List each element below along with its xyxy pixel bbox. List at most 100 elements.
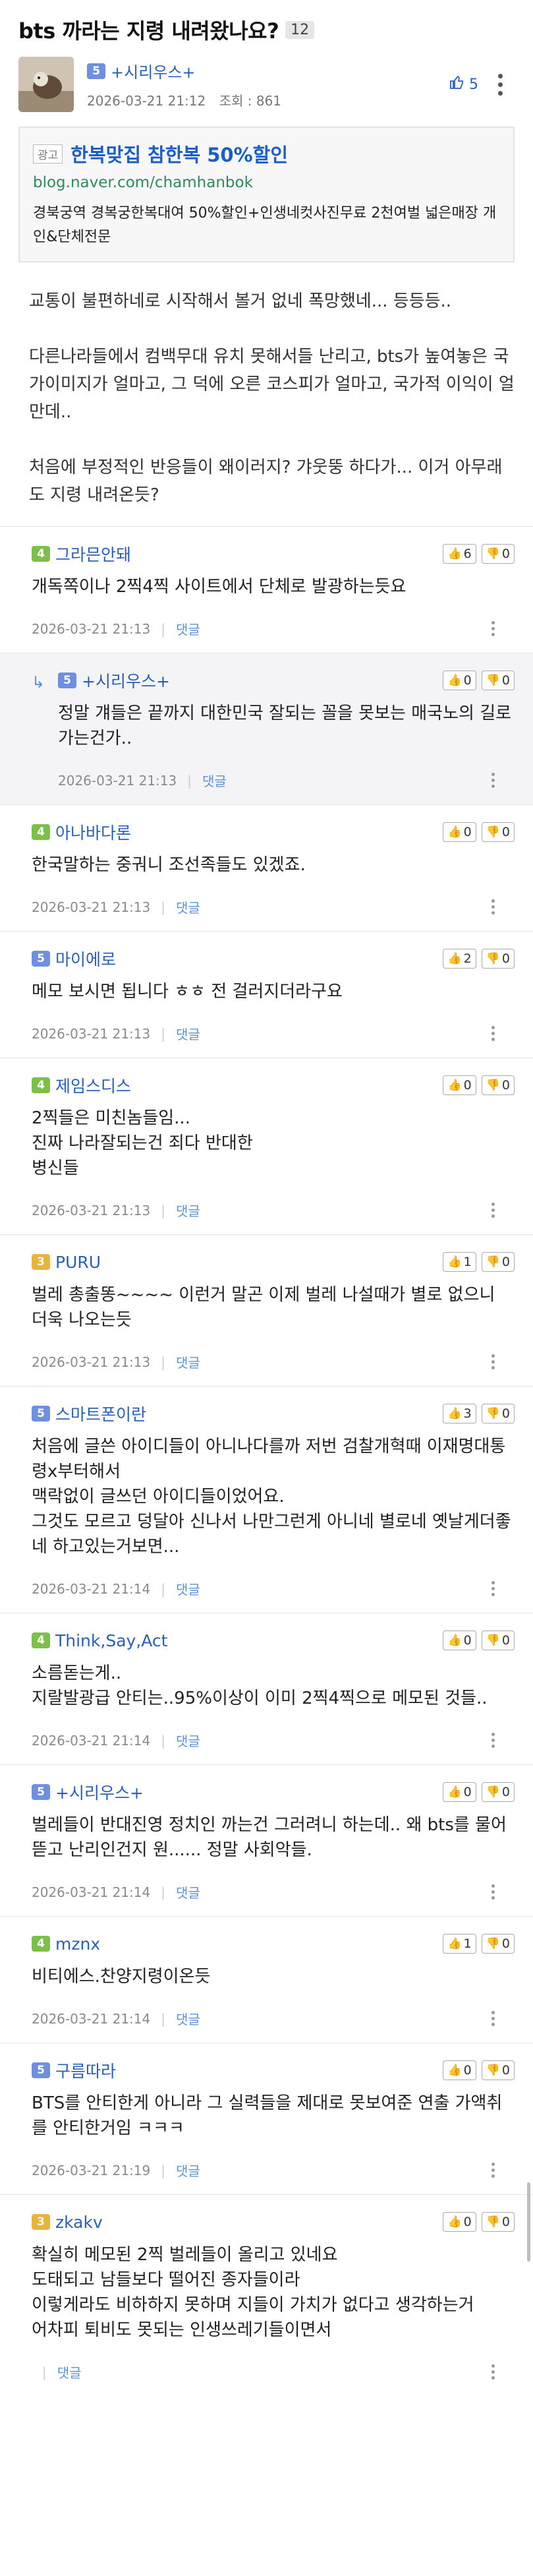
comment-level-badge: 5 [32,951,50,967]
author-avatar[interactable] [18,57,74,112]
thumbs-up-icon: 👍 [447,2064,462,2077]
comment-text-line: 한국말하는 중궈니 조선족들도 있겠죠. [32,855,306,875]
comment-text-line: 이렇게라도 비하하지 못하며 지들이 가치가 없다고 생각하는거 [32,2295,474,2315]
reply-button[interactable]: 댓글 [176,1024,200,1043]
post-title: bts 까라는 지령 내려왔나요? [18,18,279,44]
vertical-dots-icon[interactable] [491,1026,515,1041]
upvote-button[interactable]: 👍 0 [443,822,476,842]
reply-button[interactable]: 댓글 [176,619,200,638]
comment-text: 메모 보시면 됩니다 ㅎㅎ 전 걸러지더라구요 [32,979,515,1004]
vertical-dots-icon[interactable] [491,1733,515,1748]
reply-button[interactable]: 댓글 [176,2161,200,2180]
ad-url[interactable]: blog.naver.com/chamhanbok [33,174,500,191]
thumbs-up-icon: 👍 [447,1079,462,1092]
vertical-dots-icon[interactable] [491,1354,515,1369]
downvote-button[interactable]: 👎 0 [481,1404,515,1423]
comment-author[interactable]: +시리우스+ [55,1780,443,1804]
comment-author[interactable]: 아나바다론 [55,820,443,844]
reply-button[interactable]: 댓글 [176,1201,200,1220]
downvote-button[interactable]: 👎 0 [481,2212,515,2232]
upvote-button[interactable]: 👍 3 [443,1404,476,1423]
upvote-button[interactable]: 👍 1 [443,1934,476,1954]
comment-author[interactable]: 제임스디스 [55,1073,443,1097]
comment-text: 2찍들은 미친놈들임... 진짜 나라잘되는건 죄다 반대한 병신들 [32,1106,515,1181]
reply-button[interactable]: 댓글 [176,897,200,916]
vertical-dots-icon[interactable] [493,70,508,100]
ad-title[interactable]: 한복맞집 참한복 50%할인 [70,140,288,167]
upvote-button[interactable]: 👍 2 [443,949,476,969]
vertical-dots-icon[interactable] [491,1884,515,1900]
comment-author[interactable]: +시리우스+ [82,669,443,692]
thumbs-up-icon: 👍 [447,1785,462,1799]
downvote-button[interactable]: 👎 0 [481,1934,515,1954]
downvote-button[interactable]: 👎 0 [481,1631,515,1650]
downvote-button[interactable]: 👎 0 [481,822,515,842]
post-datetime: 2026-03-21 21:12 [87,93,206,109]
upvote-count: 0 [463,825,472,839]
downvote-button[interactable]: 👎 0 [481,949,515,969]
upvote-button[interactable]: 👍 0 [443,1631,476,1650]
downvote-count: 0 [501,1633,510,1648]
comment-author[interactable]: 그라믄안돼 [55,542,443,566]
page-scrollbar[interactable] [527,2182,530,2261]
vertical-dots-icon[interactable] [491,2011,515,2026]
post-header: bts 까라는 지령 내려왔나요? 12 5 +시리우스+ 2026-03-21… [0,0,533,112]
comment-author[interactable]: Think,Say,Act [55,1631,443,1650]
reply-button[interactable]: 댓글 [176,2009,200,2028]
upvote-count: 0 [463,1785,472,1799]
comment-text: 처음에 글쓴 아이디들이 아니나다를까 저번 검찰개혁때 이재명대통령x부터해서… [32,1434,515,1559]
comment-time: 2026-03-21 21:13 [32,1354,151,1370]
comment-author[interactable]: 스마트폰이란 [55,1402,443,1425]
vertical-dots-icon[interactable] [491,1581,515,1596]
comment-level-badge: 4 [32,824,50,840]
vertical-dots-icon[interactable] [491,2163,515,2178]
downvote-button[interactable]: 👎 0 [481,544,515,564]
comment-text-line: 맥락없이 글쓰던 아이디들이었어요. [32,1487,285,1507]
author-name[interactable]: +시리우스+ [111,59,196,82]
upvote-button[interactable]: 👍 0 [443,2060,476,2080]
upvote-button[interactable]: 👍 1 [443,1252,476,1272]
comment-author[interactable]: PURU [55,1253,443,1272]
upvote-button[interactable]: 👍 0 [443,2212,476,2232]
post-like-button[interactable]: 5 [449,75,478,94]
upvote-button[interactable]: 👍 6 [443,544,476,564]
thumbs-down-icon: 👎 [486,547,500,560]
comment-level-badge: 5 [32,2062,50,2078]
upvote-button[interactable]: 👍 0 [443,671,476,690]
post-paragraph: 처음에 부정적인 반응들이 왜이러지? 갸웃뚱 하다가... 이거 아무래도 지… [29,458,503,505]
comment-list: 4 그라믄안돼 👍 6 👎 0 개독쪽이나 2찍4찍 사이트에서 단체로 발광하는듯요 202… [0,526,533,2396]
ad-tag: 광고 [33,144,63,164]
ad-description: 경북궁역 경복궁한복대여 50%할인+인생네컷사진무료 2천여벌 넓은매장 개인… [33,205,497,245]
reply-button[interactable]: 댓글 [176,1579,200,1598]
reply-button[interactable]: 댓글 [176,1352,200,1371]
comment-level-badge: 5 [32,1784,50,1800]
downvote-button[interactable]: 👎 0 [481,1252,515,1272]
downvote-count: 0 [501,2215,510,2229]
reply-button[interactable]: 댓글 [176,1731,200,1750]
downvote-button[interactable]: 👎 0 [481,2060,515,2080]
downvote-count: 0 [501,1936,510,1951]
downvote-button[interactable]: 👎 0 [481,1782,515,1802]
downvote-button[interactable]: 👎 0 [481,1075,515,1095]
upvote-button[interactable]: 👍 0 [443,1782,476,1802]
upvote-button[interactable]: 👍 0 [443,1075,476,1095]
comment-item: 4 아나바다론 👍 0 👎 0 한국말하는 중궈니 조선족들도 있겠죠. 2026-03-21… [0,804,533,931]
vertical-dots-icon[interactable] [491,773,515,788]
comment-item: 4 mznx 👍 1 👎 0 비티에스.찬양지령이온듯 2026-03-21 21:14 | 댓글 [0,1916,533,2043]
vertical-dots-icon[interactable] [491,1203,515,1218]
vertical-dots-icon[interactable] [491,2364,515,2380]
comment-author[interactable]: zkakv [55,2213,443,2232]
comment-author[interactable]: mznx [55,1934,443,1954]
thumbs-up-icon: 👍 [447,1407,462,1420]
vertical-dots-icon[interactable] [491,621,515,636]
comment-author[interactable]: 마이에로 [55,947,443,971]
downvote-button[interactable]: 👎 0 [481,671,515,690]
post-body: 교통이 불편하네로 시작해서 볼거 없네 폭망했네... 등등등.. 다른나라들… [0,262,533,526]
reply-button[interactable]: 댓글 [57,2362,82,2381]
reply-button[interactable]: 댓글 [176,1882,200,1902]
ad-banner[interactable]: 광고 한복맞집 참한복 50%할인 blog.naver.com/chamhan… [18,127,515,262]
reply-button[interactable]: 댓글 [202,771,227,790]
thumbs-down-icon: 👎 [486,2064,500,2077]
vertical-dots-icon[interactable] [491,899,515,914]
comment-author[interactable]: 구름따라 [55,2058,443,2082]
